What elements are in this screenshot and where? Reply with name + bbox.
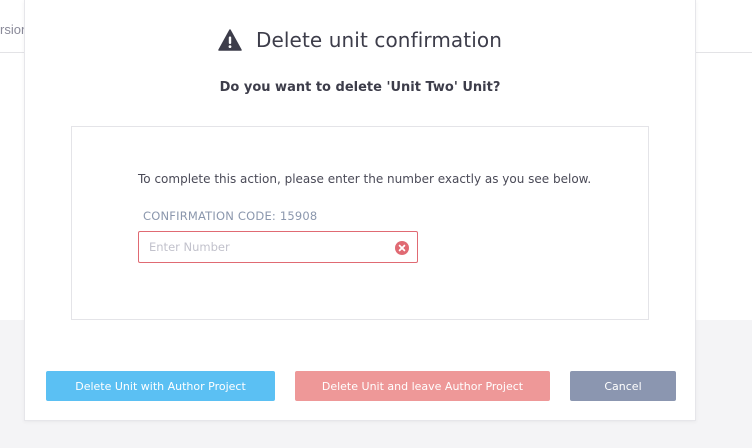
instruction-text: To complete this action, please enter th… [138,172,592,186]
delete-leave-author-button[interactable]: Delete Unit and leave Author Project [295,371,550,401]
modal-title: Delete unit confirmation [255,28,502,52]
cancel-button[interactable]: Cancel [570,371,676,401]
modal-title-row: Delete unit confirmation [25,24,695,56]
confirmation-code-label: CONFIRMATION CODE: 15908 [143,209,318,223]
delete-with-author-button[interactable]: Delete Unit with Author Project [46,371,275,401]
delete-question: Do you want to delete 'Unit Two' Unit? [219,80,501,95]
delete-unit-modal: Delete unit confirmation Do you want to … [24,0,696,421]
warning-triangle-icon [218,29,242,51]
confirmation-panel: To complete this action, please enter th… [71,126,649,320]
clear-x-icon[interactable] [395,240,409,255]
confirmation-input-wrapper [138,231,418,263]
confirmation-number-input[interactable] [139,232,399,262]
